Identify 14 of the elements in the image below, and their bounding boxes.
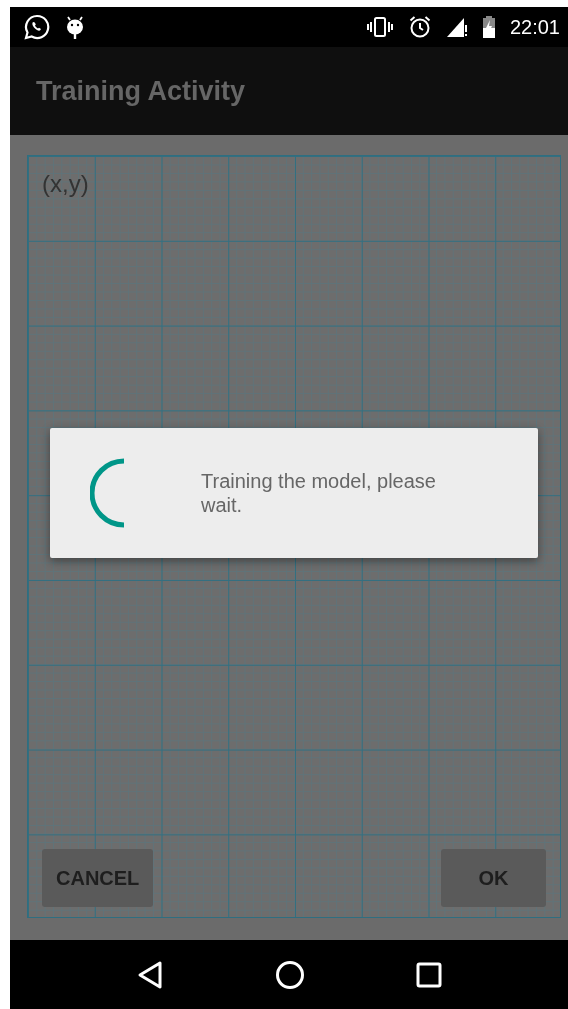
chat-bubble-icon <box>24 14 50 40</box>
signal-icon <box>445 16 468 38</box>
clock-time: 22:01 <box>509 15 560 39</box>
battery-icon <box>481 15 496 39</box>
app-title: Training Activity <box>36 75 246 107</box>
vibrate-icon <box>365 16 394 38</box>
recents-icon[interactable] <box>416 961 443 988</box>
ok-button[interactable]: OK <box>441 849 546 907</box>
home-icon[interactable] <box>275 959 305 990</box>
coordinate-label: (x,y) <box>42 170 89 198</box>
cancel-button[interactable]: CANCEL <box>42 849 154 907</box>
robot-icon <box>64 14 86 40</box>
alarm-clock-icon <box>407 15 432 39</box>
dialog-message: Training the model, please wait. <box>201 469 437 517</box>
